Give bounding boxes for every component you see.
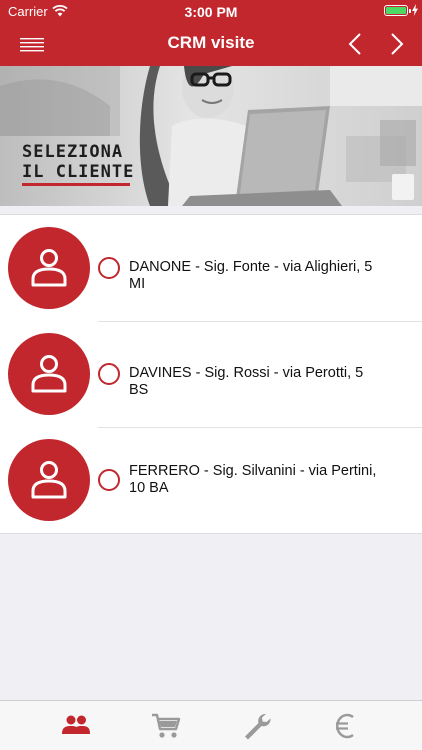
client-list: DANONE - Sig. Fonte - via Alighieri, 5 M…: [0, 214, 422, 534]
tab-cart[interactable]: [136, 701, 196, 750]
user-icon: [31, 249, 67, 287]
status-time: 3:00 PM: [184, 4, 238, 20]
client-row[interactable]: FERRERO - Sig. Silvanini - via Pertini, …: [0, 427, 422, 533]
client-label: DANONE - Sig. Fonte - via Alighieri, 5 M…: [129, 259, 373, 292]
top-bar: Carrier 3:00 PM CRM visite: [0, 0, 422, 66]
avatar: [8, 333, 90, 415]
navigation-bar: CRM visite: [0, 22, 422, 66]
tab-finance[interactable]: [316, 701, 376, 750]
people-icon: [62, 715, 90, 734]
avatar: [8, 227, 90, 309]
chevron-left-icon[interactable]: [345, 32, 367, 56]
client-select-radio[interactable]: [98, 469, 120, 491]
hero-banner: SELEZIONA IL CLIENTE: [0, 66, 422, 206]
user-icon: [31, 355, 67, 393]
battery-icon: [384, 5, 411, 16]
wrench-icon: [245, 713, 271, 740]
tab-bar: [0, 700, 422, 750]
hero-underline: [22, 183, 130, 186]
cart-icon: [152, 713, 181, 738]
hero-title-line-2: IL CLIENTE: [22, 162, 135, 182]
client-select-radio[interactable]: [98, 257, 120, 279]
hero-title: SELEZIONA IL CLIENTE: [22, 142, 134, 182]
client-label: DAVINES - Sig. Rossi - via Perotti, 5 BS: [129, 365, 364, 398]
chevron-right-icon[interactable]: [386, 32, 408, 56]
status-bar: Carrier 3:00 PM: [0, 0, 422, 22]
client-row[interactable]: DAVINES - Sig. Rossi - via Perotti, 5 BS: [0, 321, 422, 427]
client-select-radio[interactable]: [98, 363, 120, 385]
euro-icon: [336, 713, 354, 739]
tab-clients[interactable]: [46, 701, 106, 750]
hero-title-line-1: SELEZIONA: [22, 142, 124, 162]
client-row[interactable]: DANONE - Sig. Fonte - via Alighieri, 5 M…: [0, 215, 422, 321]
tab-tools[interactable]: [227, 701, 287, 750]
client-label: FERRERO - Sig. Silvanini - via Pertini, …: [129, 463, 377, 496]
user-icon: [31, 461, 67, 499]
charging-bolt-icon: [412, 3, 418, 21]
avatar: [8, 439, 90, 521]
